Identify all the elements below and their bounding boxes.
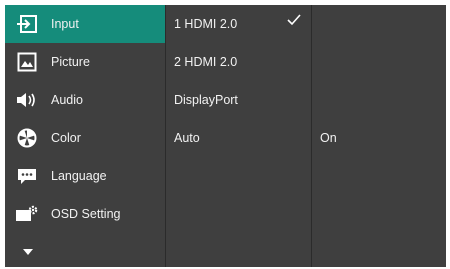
submenu-item-label: DisplayPort	[174, 93, 238, 107]
osd-menu: Input Picture Audio Color Language OSD S…	[5, 5, 446, 267]
menu-item-osd-setting[interactable]: OSD Setting	[5, 195, 165, 233]
input-submenu: 1 HDMI 2.0 2 HDMI 2.0 DisplayPort Auto	[165, 5, 311, 267]
submenu-item-label: Auto	[174, 131, 200, 145]
osd-setting-icon	[15, 202, 39, 226]
menu-item-label: Color	[51, 131, 81, 145]
submenu-item-hdmi-2[interactable]: 2 HDMI 2.0	[166, 43, 311, 81]
menu-item-color[interactable]: Color	[5, 119, 165, 157]
submenu-item-hdmi-1[interactable]: 1 HDMI 2.0	[166, 5, 311, 43]
menu-item-label: Language	[51, 169, 107, 183]
input-icon	[15, 12, 39, 36]
menu-item-picture[interactable]: Picture	[5, 43, 165, 81]
picture-icon	[15, 50, 39, 74]
language-icon	[15, 164, 39, 188]
submenu-item-displayport[interactable]: DisplayPort	[166, 81, 311, 119]
checkmark-icon	[287, 13, 301, 27]
menu-item-input[interactable]: Input	[5, 5, 165, 43]
menu-item-label: Input	[51, 17, 79, 31]
menu-item-label: OSD Setting	[51, 207, 121, 221]
chevron-down-icon	[21, 245, 35, 259]
value-panel: On	[311, 5, 446, 267]
submenu-item-auto[interactable]: Auto	[166, 119, 311, 157]
more-items-indicator[interactable]	[5, 237, 165, 267]
menu-item-label: Picture	[51, 55, 90, 69]
auto-value-label: On	[320, 131, 337, 145]
menu-item-language[interactable]: Language	[5, 157, 165, 195]
speaker-icon	[15, 88, 39, 112]
color-wheel-icon	[15, 126, 39, 150]
menu-item-label: Audio	[51, 93, 83, 107]
auto-value-option[interactable]: On	[312, 119, 446, 157]
submenu-item-label: 1 HDMI 2.0	[174, 17, 238, 31]
submenu-item-label: 2 HDMI 2.0	[174, 55, 238, 69]
menu-item-audio[interactable]: Audio	[5, 81, 165, 119]
main-menu: Input Picture Audio Color Language OSD S…	[5, 5, 165, 267]
